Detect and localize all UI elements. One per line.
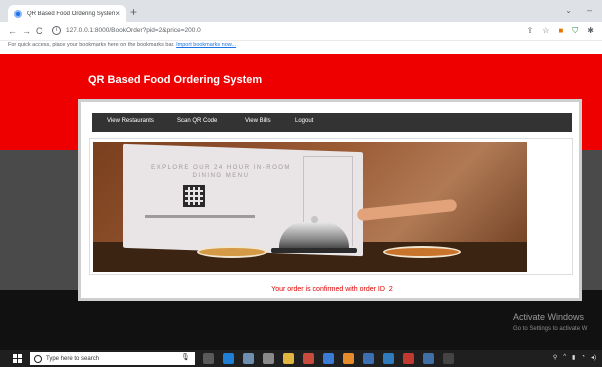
back-arrow-icon[interactable]: ←: [8, 25, 17, 37]
extension-icon[interactable]: ■: [558, 26, 563, 36]
chrome-favicon-icon: [14, 9, 22, 18]
taskbar-apps: [203, 353, 454, 364]
microphone-icon[interactable]: 🎙: [181, 353, 190, 361]
hand-illustration: [356, 198, 458, 222]
bookmarks-bar: For quick access, place your bookmarks h…: [0, 41, 602, 52]
battery-icon[interactable]: ▮: [572, 354, 575, 361]
nav-menu-bar: View Restaurants Scan QR Code View Bills…: [92, 113, 572, 132]
food-plate-left: [197, 246, 267, 258]
cloche-knob: [311, 216, 318, 223]
import-bookmarks-link[interactable]: Import bookmarks now...: [176, 42, 236, 48]
site-info-icon[interactable]: i: [52, 26, 61, 35]
shield-extension-icon[interactable]: ⛉: [572, 26, 578, 36]
activate-windows-subtitle: Go to Settings to activate W: [513, 326, 588, 332]
file-explorer-icon[interactable]: [283, 353, 294, 364]
activate-windows-title: Activate Windows: [513, 312, 585, 322]
volume-icon[interactable]: ◂): [591, 354, 596, 361]
qr-code-icon: [183, 185, 205, 207]
chrome-icon[interactable]: [343, 353, 354, 364]
menu-item-view-restaurants[interactable]: View Restaurants: [107, 118, 154, 124]
banner-frame: EXPLORE OUR 24 HOUR IN-ROOM DINING MENU: [89, 138, 573, 275]
cloche-icon: [279, 222, 349, 250]
app-icon[interactable]: [363, 353, 374, 364]
windows-start-icon[interactable]: [13, 354, 22, 363]
browser-toolbar: ← → C i 127.0.0.1:8000/BookOrder?pid=2&p…: [0, 22, 602, 41]
app-icon[interactable]: [403, 353, 414, 364]
browser-tab-strip: QR Based Food Ordering System × + ⌄ –: [0, 0, 602, 22]
tab-close-icon[interactable]: ×: [115, 9, 120, 18]
puzzle-icon[interactable]: ✱: [587, 26, 594, 36]
new-tab-button[interactable]: +: [130, 6, 137, 18]
banner-image: EXPLORE OUR 24 HOUR IN-ROOM DINING MENU: [93, 142, 527, 272]
bookmarks-hint-text: For quick access, place your bookmarks h…: [8, 42, 175, 48]
taskbar-search-placeholder: Type here to search: [46, 355, 100, 362]
menu-item-view-bills[interactable]: View Bills: [245, 118, 271, 124]
bookmark-star-icon[interactable]: ☆: [542, 26, 549, 36]
network-icon[interactable]: ◔: [581, 354, 585, 361]
bookmarks-hint: For quick access, place your bookmarks h…: [8, 42, 236, 48]
menu-item-logout[interactable]: Logout: [295, 118, 313, 124]
system-tray: ⚲ ^ ▮ ◔ ◂): [553, 354, 596, 361]
tab-title: QR Based Food Ordering System: [27, 10, 116, 17]
store-icon[interactable]: [243, 353, 254, 364]
address-bar[interactable]: 127.0.0.1:8000/BookOrder?pid=2&price=200…: [66, 27, 201, 34]
menu-card-caption: [145, 215, 255, 218]
order-confirmation: Your order is confirmed with order ID 2: [81, 286, 579, 293]
forward-arrow-icon[interactable]: →: [22, 25, 31, 37]
taskbar: Type here to search 🎙 ⚲ ^ ▮ ◔ ◂): [0, 350, 602, 367]
banner-heading: EXPLORE OUR 24 HOUR IN-ROOM DINING MENU: [151, 165, 291, 179]
window-minimize-button[interactable]: –: [587, 5, 592, 15]
search-icon: [34, 354, 42, 363]
page-body: QR Based Food Ordering System View Resta…: [0, 54, 602, 350]
task-view-icon[interactable]: [203, 353, 214, 364]
tray-chevron-icon[interactable]: ^: [563, 354, 566, 361]
app-icon[interactable]: [263, 353, 274, 364]
browser-tab[interactable]: QR Based Food Ordering System ×: [8, 5, 126, 22]
app-icon[interactable]: [323, 353, 334, 364]
food-plate-right: [383, 246, 461, 258]
content-card: View Restaurants Scan QR Code View Bills…: [78, 99, 582, 301]
taskbar-search-input[interactable]: Type here to search: [30, 352, 195, 365]
word-icon[interactable]: [383, 353, 394, 364]
order-id: 2: [388, 286, 393, 293]
app-icon[interactable]: [423, 353, 434, 364]
cloche-tray: [271, 248, 357, 253]
tab-search-icon[interactable]: ⌄: [565, 6, 572, 15]
terminal-icon[interactable]: [443, 353, 454, 364]
site-title: QR Based Food Ordering System: [88, 74, 263, 86]
menu-item-scan-qr-code[interactable]: Scan QR Code: [177, 118, 217, 124]
reload-icon[interactable]: C: [36, 25, 43, 37]
share-icon[interactable]: ⇪: [527, 26, 534, 36]
toolbar-icons: ⇪ ☆ ■ ⛉ ✱: [527, 26, 594, 36]
app-icon[interactable]: [303, 353, 314, 364]
confirmation-message: Your order is confirmed with order ID: [271, 286, 385, 293]
edge-icon[interactable]: [223, 353, 234, 364]
people-icon[interactable]: ⚲: [553, 354, 557, 361]
